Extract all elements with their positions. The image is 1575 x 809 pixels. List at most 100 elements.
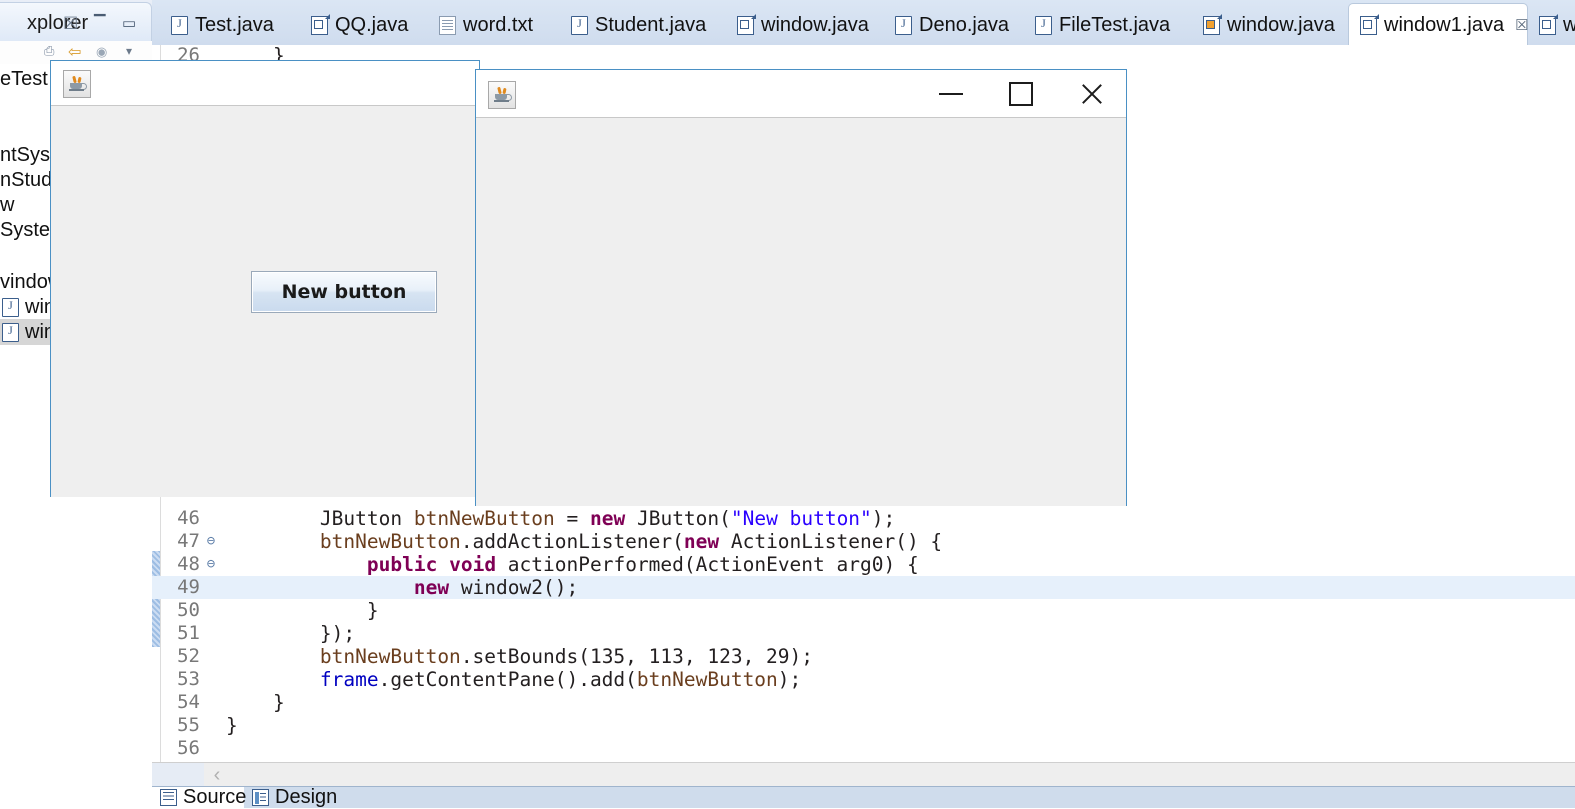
back-arrow-icon[interactable]: ⇦ xyxy=(68,42,81,62)
new-button[interactable]: New button xyxy=(251,271,437,313)
code-line-text: } xyxy=(226,599,379,622)
editor-tab-label: Test.java xyxy=(195,13,274,36)
window2-frame[interactable] xyxy=(475,69,1127,506)
editor-horizontal-scrollbar[interactable]: ‹ xyxy=(152,762,1575,787)
code-line[interactable]: 54 } xyxy=(152,691,1575,714)
new-button-label: New button xyxy=(281,281,407,303)
minimize-view-icon[interactable]: ▔ xyxy=(94,14,106,32)
editor-tab-test-java[interactable]: Test.java xyxy=(160,5,300,45)
code-line[interactable]: 48 ⊖ public void actionPerformed(ActionEv… xyxy=(152,553,1575,576)
editor-tab-window2-java[interactable]: window2.java xyxy=(1528,5,1575,45)
scrollbar-left-cap xyxy=(152,763,204,787)
text-file-icon xyxy=(439,15,456,35)
java-coffee-cup-icon xyxy=(63,70,91,98)
line-number: 54 xyxy=(177,691,200,713)
view-minmax-controls: ▔ ▭ xyxy=(90,8,146,34)
line-number: 47 xyxy=(177,530,200,552)
design-view-icon xyxy=(252,789,269,806)
window-content-pane[interactable]: New button xyxy=(51,105,479,497)
link-editor-icon[interactable]: ◉ xyxy=(96,44,107,60)
editor-tab-label: Student.java xyxy=(595,13,707,36)
tree-item-label: eTest xyxy=(0,67,48,90)
window1-frame[interactable]: New button xyxy=(50,60,480,497)
code-line-text: JButton btnNewButton = new JButton("New … xyxy=(319,507,896,530)
line-number: 55 xyxy=(177,714,200,736)
code-line[interactable]: 51 }); xyxy=(152,622,1575,645)
fold-toggle-icon[interactable]: ⊖ xyxy=(204,553,218,576)
editor-tab-window-java[interactable]: window.java xyxy=(726,5,884,45)
code-line-text: btnNewButton.addActionListener(new Actio… xyxy=(319,530,943,553)
java-class-icon xyxy=(737,15,754,35)
line-number: 53 xyxy=(177,668,200,690)
code-line[interactable]: 56 xyxy=(152,737,1575,760)
maximize-button[interactable] xyxy=(986,70,1056,117)
editor-tab-window1-java[interactable]: window1.java ☒ xyxy=(1348,3,1529,46)
close-icon[interactable]: ☒ xyxy=(63,14,78,34)
java-file-icon xyxy=(895,15,912,35)
code-line[interactable]: 50 } xyxy=(152,599,1575,622)
java-class-icon xyxy=(1360,15,1377,35)
code-line-text: }); xyxy=(226,622,356,645)
tree-item-label: w xyxy=(0,193,15,216)
line-number: 46 xyxy=(177,507,200,529)
java-file-icon xyxy=(2,322,19,342)
minimize-button[interactable] xyxy=(916,70,986,117)
editor-tab-filetest-java[interactable]: FileTest.java xyxy=(1024,5,1192,45)
source-view-icon xyxy=(160,789,177,806)
code-line-text: new window2(); xyxy=(413,576,579,599)
editor-tab-label: FileTest.java xyxy=(1059,13,1171,36)
editor-tab-student-java[interactable]: Student.java xyxy=(560,5,726,45)
code-line-text: public void actionPerformed(ActionEvent … xyxy=(366,553,919,576)
fold-toggle-icon[interactable]: ⊖ xyxy=(204,530,218,553)
line-number: 52 xyxy=(177,645,200,667)
code-line[interactable]: 47 ⊖ btnNewButton.addActionListener(new A… xyxy=(152,530,1575,553)
editor-tab-word-txt[interactable]: word.txt xyxy=(428,5,560,45)
java-file-icon xyxy=(1035,15,1052,35)
line-number: 50 xyxy=(177,599,200,621)
chevron-left-icon[interactable]: ‹ xyxy=(204,764,230,786)
tree-item-label: Syster xyxy=(0,218,57,241)
editor-tab-folder: Test.java QQ.java word.txt Student.java wind… xyxy=(152,0,1575,46)
editor-tab-label: QQ.java xyxy=(335,13,409,36)
close-icon[interactable]: ☒ xyxy=(1515,16,1528,34)
code-line-text: } xyxy=(226,714,238,737)
editor-tab-label: word.txt xyxy=(463,13,534,36)
java-coffee-cup-icon xyxy=(488,81,516,109)
editor-tab-label: window2.java xyxy=(1563,13,1575,36)
line-number: 51 xyxy=(177,622,200,644)
bottom-tab-label: Source xyxy=(183,786,247,808)
editor-tab-window-java[interactable]: window.java xyxy=(1192,5,1348,45)
editor-tab-label: Deno.java xyxy=(919,13,1010,36)
code-line-text: } xyxy=(226,691,285,714)
line-number: 49 xyxy=(177,576,200,598)
editor-tab-qq-java[interactable]: QQ.java xyxy=(300,5,428,45)
editor-tab-label: window1.java xyxy=(1384,13,1505,36)
code-line-text: frame.getContentPane().add(btnNewButton)… xyxy=(319,668,802,691)
editor-tab-label: window.java xyxy=(1227,13,1335,36)
window-content-pane[interactable] xyxy=(476,117,1126,506)
code-line[interactable]: 53 frame.getContentPane().add(btnNewButt… xyxy=(152,668,1575,691)
code-line[interactable]: 55} xyxy=(152,714,1575,737)
line-number: 48 xyxy=(177,553,200,575)
bottom-tab-label: Design xyxy=(275,786,338,808)
bottom-tab-source[interactable]: Source xyxy=(152,786,247,808)
editor-tab-deno-java[interactable]: Deno.java xyxy=(884,5,1024,45)
line-number: 56 xyxy=(177,737,200,759)
window-title-bar[interactable] xyxy=(476,70,1126,117)
code-line[interactable]: 46 JButton btnNewButton = new JButton("N… xyxy=(152,507,1575,530)
code-line[interactable]: 49 new window2(); xyxy=(152,576,1575,599)
java-class-locked-icon xyxy=(1203,15,1220,35)
editor-tab-label: window.java xyxy=(761,13,869,36)
collapse-all-icon[interactable]: ⎙ xyxy=(44,43,54,59)
close-button[interactable] xyxy=(1056,70,1126,117)
view-menu-icon[interactable]: ▾ xyxy=(126,44,132,58)
java-file-icon xyxy=(171,15,188,35)
code-line[interactable]: 52 btnNewButton.setBounds(135, 113, 123,… xyxy=(152,645,1575,668)
java-file-icon xyxy=(2,297,19,317)
bottom-tab-design[interactable]: Design xyxy=(244,786,338,808)
package-explorer-label: xplorer xyxy=(27,12,89,34)
java-file-icon xyxy=(571,15,588,35)
editor-bottom-tabs: Source Design xyxy=(152,786,1575,808)
window-title-bar[interactable] xyxy=(51,61,479,105)
maximize-view-icon[interactable]: ▭ xyxy=(122,14,136,32)
